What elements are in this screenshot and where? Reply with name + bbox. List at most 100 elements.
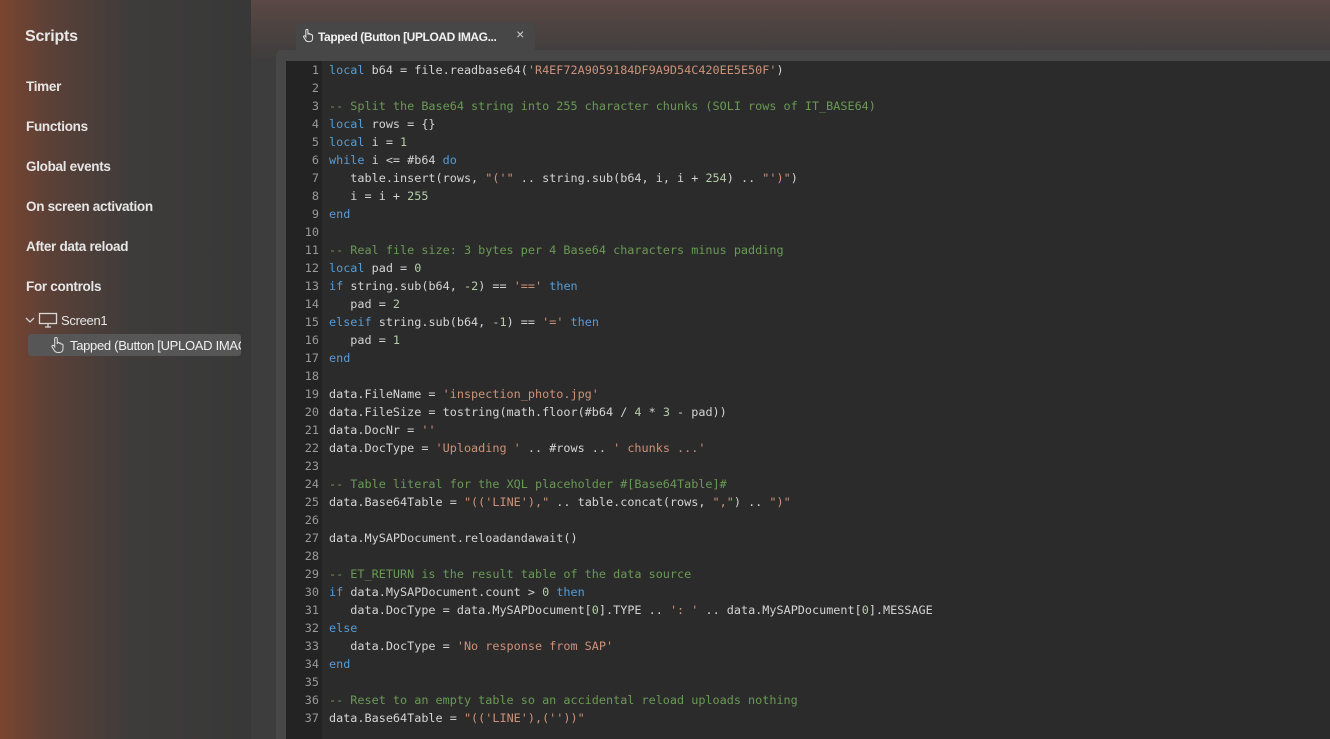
code-token: 0 bbox=[861, 603, 869, 617]
code-line[interactable]: 26 bbox=[286, 511, 1330, 529]
code-token: '=' bbox=[542, 315, 564, 329]
code-line[interactable]: 34 end bbox=[286, 655, 1330, 673]
line-number: 3 bbox=[311, 99, 319, 113]
code-line[interactable]: 20 data.FileSize = tostring(math.floor(#b… bbox=[286, 403, 1330, 421]
code-line[interactable]: 32 else bbox=[286, 619, 1330, 637]
tree-node-screen1[interactable]: Screen1 bbox=[24, 310, 108, 330]
code-line[interactable]: 27 data.MySAPDocument.reloadandawait() bbox=[286, 529, 1330, 547]
code-content[interactable]: 1 local b64 = file.readbase64('R4EF72A905… bbox=[286, 61, 1330, 727]
code-line[interactable]: 23 bbox=[286, 457, 1330, 475]
code-token: local bbox=[329, 117, 365, 131]
line-number: 6 bbox=[311, 153, 319, 167]
sidebar-item-functions[interactable]: Functions bbox=[26, 119, 88, 134]
code-line[interactable]: 5 local i = 1 bbox=[286, 133, 1330, 151]
sidebar-item-global-events[interactable]: Global events bbox=[26, 159, 111, 174]
code-token: "(('LINE'),(''))" bbox=[463, 711, 585, 725]
line-text: -- ET_RETURN is the result table of the … bbox=[329, 565, 691, 583]
code-line[interactable]: 2 bbox=[286, 79, 1330, 97]
sidebar-item-after-data-reload[interactable]: After data reload bbox=[26, 239, 128, 254]
code-token: 'inspection_photo.jpg' bbox=[442, 387, 599, 401]
code-line[interactable]: 10 bbox=[286, 223, 1330, 241]
line-number: 23 bbox=[304, 459, 319, 473]
line-number: 20 bbox=[304, 405, 319, 419]
code-token: data.Base64Table = bbox=[329, 495, 464, 509]
code-token: ) == bbox=[506, 315, 543, 329]
code-line[interactable]: 31 data.DocType = data.MySAPDocument[0].… bbox=[286, 601, 1330, 619]
code-token: 255 bbox=[407, 189, 429, 203]
code-token: local bbox=[329, 261, 365, 275]
code-line[interactable]: 22 data.DocType = 'Uploading ' .. #rows .… bbox=[286, 439, 1330, 457]
line-number: 24 bbox=[304, 477, 319, 491]
tree-node-tapped-event[interactable]: Tapped (Button [UPLOAD IMAGE]) bbox=[28, 334, 241, 356]
code-token: '' bbox=[421, 423, 436, 437]
code-line[interactable]: 11 -- Real file size: 3 bytes per 4 Base6… bbox=[286, 241, 1330, 259]
line-number: 8 bbox=[311, 189, 319, 203]
code-line[interactable]: 16 pad = 1 bbox=[286, 331, 1330, 349]
line-text: end bbox=[329, 205, 350, 223]
line-text: -- Reset to an empty table so an acciden… bbox=[329, 691, 798, 709]
line-text: local rows = {} bbox=[329, 115, 436, 133]
code-token: ) .. bbox=[726, 171, 763, 185]
line-text: data.DocType = 'No response from SAP' bbox=[329, 637, 613, 655]
line-text: end bbox=[329, 655, 350, 673]
code-line[interactable]: 36 -- Reset to an empty table so an accid… bbox=[286, 691, 1330, 709]
code-token: data.Base64Table = bbox=[329, 711, 464, 725]
line-number: 2 bbox=[311, 81, 319, 95]
code-line[interactable]: 9 end bbox=[286, 205, 1330, 223]
code-line[interactable]: 3 -- Split the Base64 string into 255 cha… bbox=[286, 97, 1330, 115]
line-text: table.insert(rows, "('" .. string.sub(b6… bbox=[329, 169, 798, 187]
code-token: -1 bbox=[492, 315, 507, 329]
line-number: 10 bbox=[304, 225, 319, 239]
code-token: ) == bbox=[478, 279, 514, 293]
code-line[interactable]: 33 data.DocType = 'No response from SAP' bbox=[286, 637, 1330, 655]
code-line[interactable]: 18 bbox=[286, 367, 1330, 385]
line-number: 35 bbox=[304, 675, 319, 689]
code-line[interactable]: 1 local b64 = file.readbase64('R4EF72A905… bbox=[286, 61, 1330, 79]
code-line[interactable]: 6 while i <= #b64 do bbox=[286, 151, 1330, 169]
code-line[interactable]: 4 local rows = {} bbox=[286, 115, 1330, 133]
line-number: 36 bbox=[304, 693, 319, 707]
line-number: 17 bbox=[304, 351, 319, 365]
sidebar-item-on-screen-activation[interactable]: On screen activation bbox=[26, 199, 153, 214]
code-token: elseif bbox=[329, 315, 372, 329]
code-line[interactable]: 15 elseif string.sub(b64, -1) == '=' then bbox=[286, 313, 1330, 331]
line-text: elseif string.sub(b64, -1) == '=' then bbox=[329, 313, 599, 331]
code-editor[interactable]: 1 local b64 = file.readbase64('R4EF72A905… bbox=[286, 61, 1330, 739]
code-line[interactable]: 7 table.insert(rows, "('" .. string.sub(… bbox=[286, 169, 1330, 187]
line-text: data.DocType = data.MySAPDocument[0].TYP… bbox=[329, 601, 932, 619]
code-line[interactable]: 19 data.FileName = 'inspection_photo.jpg' bbox=[286, 385, 1330, 403]
close-icon[interactable]: × bbox=[513, 27, 527, 41]
code-line[interactable]: 17 end bbox=[286, 349, 1330, 367]
code-line[interactable]: 29 -- ET_RETURN is the result table of th… bbox=[286, 565, 1330, 583]
code-line[interactable]: 35 bbox=[286, 673, 1330, 691]
code-line[interactable]: 8 i = i + 255 bbox=[286, 187, 1330, 205]
chevron-down-icon[interactable] bbox=[24, 314, 36, 326]
code-token: else bbox=[329, 621, 358, 635]
line-text: local b64 = file.readbase64('R4EF72A9059… bbox=[329, 61, 784, 79]
code-token: data.DocType = data.MySAPDocument[ bbox=[329, 603, 592, 617]
code-token: ) .. bbox=[733, 495, 770, 509]
code-line[interactable]: 14 pad = 2 bbox=[286, 295, 1330, 313]
sidebar-item-for-controls[interactable]: For controls bbox=[26, 279, 101, 294]
code-line[interactable]: 25 data.Base64Table = "(('LINE')," .. tab… bbox=[286, 493, 1330, 511]
line-text: data.Base64Table = "(('LINE')," .. table… bbox=[329, 493, 791, 511]
code-line[interactable]: 28 bbox=[286, 547, 1330, 565]
code-token: -2 bbox=[463, 279, 479, 293]
line-text: local pad = 0 bbox=[329, 259, 421, 277]
line-text: data.Base64Table = "(('LINE'),(''))" bbox=[329, 709, 585, 727]
code-line[interactable]: 30 if data.MySAPDocument.count > 0 then bbox=[286, 583, 1330, 601]
code-line[interactable]: 37 data.Base64Table = "(('LINE'),(''))" bbox=[286, 709, 1330, 727]
code-line[interactable]: 24 -- Table literal for the XQL placehold… bbox=[286, 475, 1330, 493]
code-token: 1 bbox=[392, 333, 401, 347]
tab-script[interactable]: Tapped (Button [UPLOAD IMAG... × bbox=[296, 22, 535, 50]
code-line[interactable]: 12 local pad = 0 bbox=[286, 259, 1330, 277]
code-line[interactable]: 21 data.DocNr = '' bbox=[286, 421, 1330, 439]
code-token: 0 bbox=[591, 603, 599, 617]
line-text: if data.MySAPDocument.count > 0 then bbox=[329, 583, 585, 601]
line-text: -- Table literal for the XQL placeholder… bbox=[329, 475, 727, 493]
line-number: 34 bbox=[304, 657, 319, 671]
sidebar-item-timer[interactable]: Timer bbox=[26, 79, 61, 94]
code-line[interactable]: 13 if string.sub(b64, -2) == '==' then bbox=[286, 277, 1330, 295]
code-token: .. table.concat(rows, bbox=[549, 495, 713, 509]
